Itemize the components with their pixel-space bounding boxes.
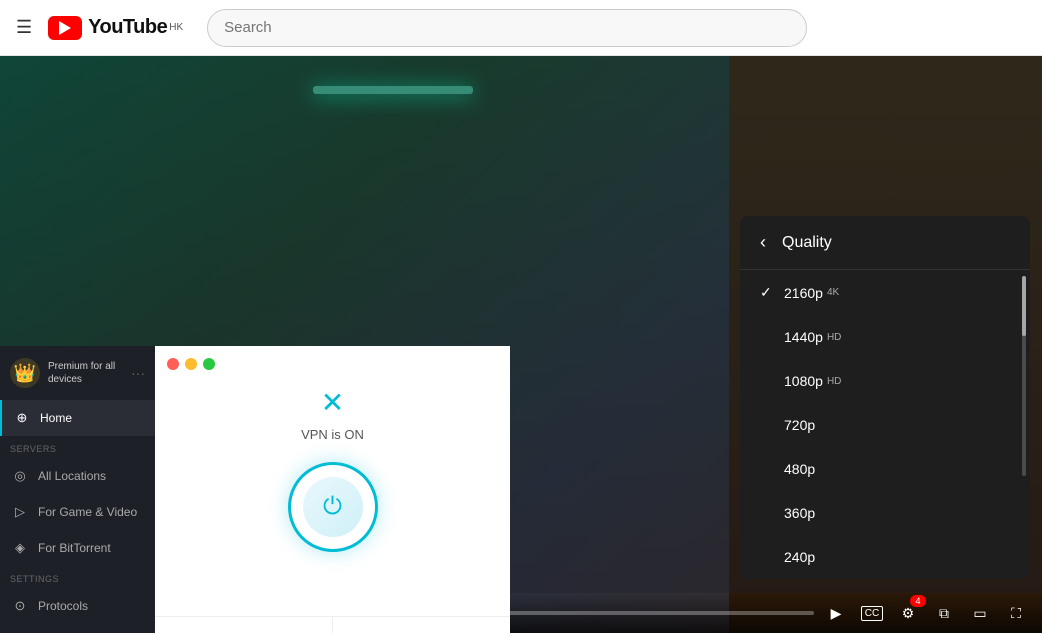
quality-label-360p: 360p <box>784 505 815 521</box>
vpn-sidebar-header: 👑 Premium for all devices ··· <box>0 346 155 400</box>
yt-logo-region: HK <box>169 22 183 33</box>
yt-logo-icon <box>48 16 82 40</box>
vpn-nav-torrent-label: For BitTorrent <box>38 541 111 555</box>
quality-item-480p[interactable]: 480p <box>740 447 1030 491</box>
quality-menu: ‹ Quality ✓ 2160p 4K 1440p HD 1080p HD 7… <box>740 216 1030 579</box>
vpn-protocol-selector[interactable]: Auto Change Protocol › <box>333 617 510 633</box>
vpn-power-circle: ⏻ <box>288 462 378 552</box>
video-player: ‹ Quality ✓ 2160p 4K 1440p HD 1080p HD 7… <box>0 56 1042 633</box>
vpn-nav-home-label: Home <box>40 411 72 425</box>
vpn-premium-text: Premium for all devices <box>48 360 131 386</box>
quality-label-720p: 720p <box>784 417 815 433</box>
quality-badge-hd-2: HD <box>827 376 841 387</box>
vpn-crown-icon: 👑 <box>10 358 40 388</box>
game-icon: ▷ <box>10 502 30 522</box>
quality-scrollbar-thumb <box>1022 276 1026 336</box>
vpn-nav-all-label: All Locations <box>38 469 106 483</box>
vpn-power-button[interactable]: ⏻ <box>303 477 363 537</box>
vpn-options-icon[interactable]: ··· <box>131 365 145 381</box>
quality-item-240p[interactable]: 240p <box>740 535 1030 579</box>
power-icon: ⏻ <box>323 493 342 521</box>
vpn-status-text: VPN is ON <box>301 427 364 442</box>
youtube-header: ☰ YouTubeHK <box>0 0 1042 56</box>
quality-item-360p[interactable]: 360p <box>740 491 1030 535</box>
vpn-nav-protocols-label: Protocols <box>38 599 88 613</box>
quality-item-2160p[interactable]: ✓ 2160p 4K <box>740 270 1030 315</box>
vpn-x-icon: ✕ <box>321 386 344 419</box>
window-maximize-button[interactable] <box>203 358 215 370</box>
search-input[interactable] <box>207 9 807 47</box>
play-button[interactable]: ▶ <box>822 599 850 627</box>
quality-item-1080p[interactable]: 1080p HD <box>740 359 1030 403</box>
vpn-nav-game-video[interactable]: ▷ For Game & Video <box>0 494 155 530</box>
quality-item-720p[interactable]: 720p <box>740 403 1030 447</box>
quality-label-1440p: 1440p <box>784 329 823 345</box>
vpn-nav-bittorrent[interactable]: ◈ For BitTorrent <box>0 530 155 566</box>
vpn-app: 👑 Premium for all devices ··· ⊕ Home Ser… <box>0 346 510 633</box>
cc-icon: CC <box>861 606 883 621</box>
vpn-location-selector[interactable]: United States Select Location › <box>155 617 333 633</box>
menu-icon[interactable]: ☰ <box>16 17 32 38</box>
quality-item-1440p[interactable]: 1440p HD <box>740 315 1030 359</box>
notification-badge: 4 <box>910 595 926 607</box>
fullscreen-button[interactable]: ⛶ <box>1002 599 1030 627</box>
vpn-settings-section: Settings <box>0 566 155 588</box>
quality-label-1080p: 1080p <box>784 373 823 389</box>
quality-title: Quality <box>782 234 832 252</box>
pip-button[interactable]: ⧉ <box>930 599 958 627</box>
quality-header[interactable]: ‹ Quality <box>740 216 1030 270</box>
quality-badge-hd-1: HD <box>827 332 841 343</box>
vpn-nav-home[interactable]: ⊕ Home <box>0 400 155 436</box>
miniplayer-button[interactable]: ▭ <box>966 599 994 627</box>
settings-button[interactable]: ⚙ 4 <box>894 599 922 627</box>
quality-back-icon[interactable]: ‹ <box>760 232 766 253</box>
vpn-sidebar: 👑 Premium for all devices ··· ⊕ Home Ser… <box>0 346 155 633</box>
window-controls <box>167 358 215 370</box>
quality-badge-4k: 4K <box>827 287 839 298</box>
window-close-button[interactable] <box>167 358 179 370</box>
window-minimize-button[interactable] <box>185 358 197 370</box>
locations-icon: ◎ <box>10 466 30 486</box>
cc-button[interactable]: CC <box>858 599 886 627</box>
yt-logo-text: YouTube <box>88 16 167 39</box>
youtube-logo[interactable]: YouTubeHK <box>48 16 183 40</box>
vpn-nav-features[interactable]: ⚙ Features <box>0 624 155 633</box>
home-icon: ⊕ <box>12 408 32 428</box>
bittorrent-icon: ◈ <box>10 538 30 558</box>
vpn-nav-game-label: For Game & Video <box>38 505 137 519</box>
quality-check-icon: ✓ <box>760 284 784 301</box>
protocols-icon: ⊙ <box>10 596 30 616</box>
quality-scrollbar[interactable] <box>1022 276 1026 476</box>
settings-icon: ⚙ <box>902 605 915 622</box>
vpn-nav-all-locations[interactable]: ◎ All Locations <box>0 458 155 494</box>
quality-label-2160p: 2160p <box>784 285 823 301</box>
quality-label-240p: 240p <box>784 549 815 565</box>
vpn-footer: United States Select Location › A <box>155 616 510 633</box>
vpn-nav-protocols[interactable]: ⊙ Protocols <box>0 588 155 624</box>
vpn-main-panel: ✕ VPN is ON ⏻ United States Select Locat… <box>155 346 510 633</box>
vpn-servers-section: Servers <box>0 436 155 458</box>
quality-label-480p: 480p <box>784 461 815 477</box>
